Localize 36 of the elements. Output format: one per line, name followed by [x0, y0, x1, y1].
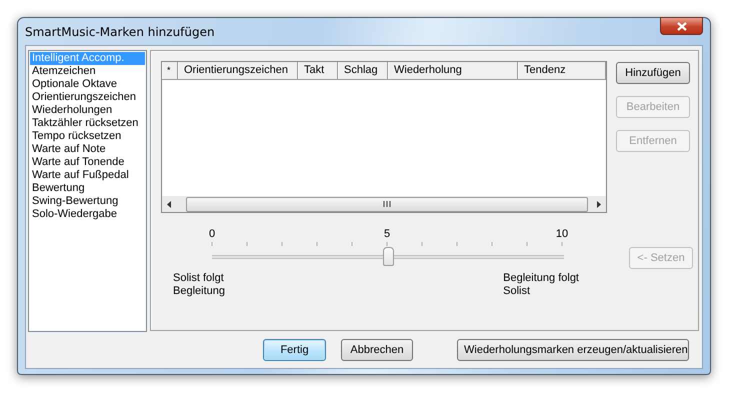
list-item[interactable]: Atemzeichen: [30, 65, 145, 78]
column-header[interactable]: Takt: [298, 62, 338, 79]
list-item[interactable]: Orientierungszeichen: [30, 91, 145, 104]
scroll-left-icon[interactable]: [167, 200, 172, 208]
column-header[interactable]: Orientierungszeichen: [178, 62, 298, 79]
tick-label: 0: [208, 228, 216, 240]
scroll-right-icon[interactable]: [596, 200, 601, 208]
slider-left-label: Solist folgt Begleitung: [173, 272, 225, 298]
tick-label: 5: [384, 228, 390, 240]
column-header[interactable]: Tendenz: [518, 62, 606, 79]
column-header[interactable]: Schlag: [338, 62, 388, 79]
side-button[interactable]: Hinzufügen: [616, 62, 690, 84]
list-item[interactable]: Warte auf Fußpedal: [30, 169, 145, 182]
list-item[interactable]: Warte auf Tonende: [30, 156, 145, 169]
footer-button[interactable]: Wiederholungsmarken erzeugen/aktualisieren: [457, 338, 689, 360]
column-header[interactable]: Wiederholung: [388, 62, 518, 79]
window-title: SmartMusic-Marken hinzufügen: [25, 25, 215, 39]
list-item[interactable]: Tempo rücksetzen: [30, 130, 145, 143]
horizontal-scrollbar[interactable]: [162, 196, 606, 212]
footer-button[interactable]: Fertig: [263, 338, 326, 360]
slider-thumb[interactable]: [383, 247, 394, 266]
footer-button[interactable]: Abbrechen: [341, 338, 413, 360]
list-item[interactable]: Optionale Oktave: [30, 78, 145, 91]
close-button[interactable]: [660, 17, 703, 35]
list-item[interactable]: Taktzähler rücksetzen: [30, 117, 145, 130]
slider-right-label: Begleitung folgt Solist: [503, 272, 579, 298]
list-item[interactable]: Bewertung: [30, 182, 145, 195]
tick-label: 10: [556, 228, 568, 240]
list-item[interactable]: Warte auf Note: [30, 143, 145, 156]
column-header[interactable]: *: [162, 62, 178, 79]
list-item[interactable]: Solo-Wiedergabe: [30, 208, 145, 221]
scroll-thumb[interactable]: [186, 196, 588, 212]
grip-icon: [382, 201, 392, 207]
close-icon: [676, 22, 686, 30]
list-item[interactable]: Wiederholungen: [30, 104, 145, 117]
list-item[interactable]: Swing-Bewertung: [30, 195, 145, 208]
